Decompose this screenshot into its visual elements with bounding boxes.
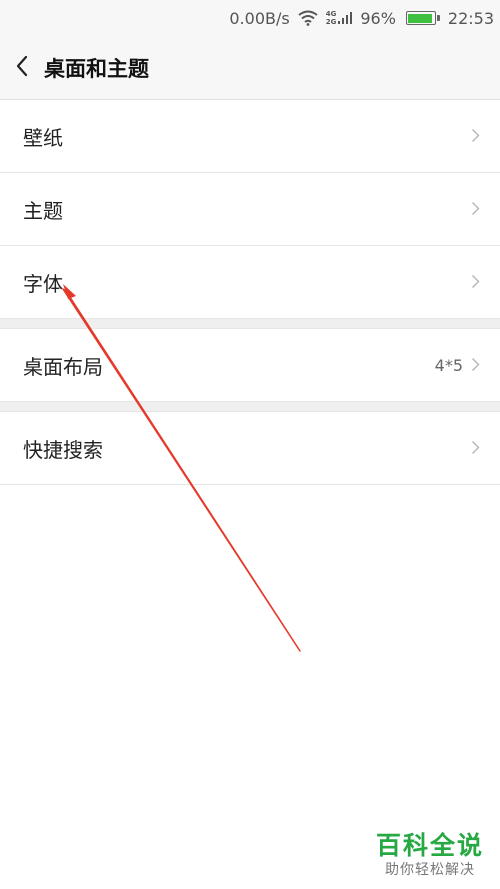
settings-group-layout: 桌面布局 4*5 xyxy=(0,329,500,402)
battery-percent: 96% xyxy=(360,8,396,28)
wifi-icon xyxy=(298,10,318,26)
page-title: 桌面和主题 xyxy=(44,56,149,81)
settings-item-label: 快捷搜索 xyxy=(23,437,103,462)
chevron-right-icon xyxy=(471,436,480,460)
chevron-right-icon xyxy=(471,270,480,294)
settings-item-label: 字体 xyxy=(23,271,63,296)
chevron-right-icon xyxy=(471,124,480,148)
battery-icon xyxy=(405,11,440,25)
settings-item-label: 壁纸 xyxy=(23,125,63,150)
settings-item-value: 4*5 xyxy=(434,355,463,375)
settings-group-appearance: 壁纸 主题 字体 xyxy=(0,100,500,319)
app-header: 桌面和主题 xyxy=(0,36,500,100)
settings-item-quick-search[interactable]: 快捷搜索 xyxy=(0,412,500,485)
settings-list: 壁纸 主题 字体 桌面布局 4*5 快捷搜索 xyxy=(0,100,500,485)
settings-item-font[interactable]: 字体 xyxy=(0,246,500,319)
settings-item-wallpaper[interactable]: 壁纸 xyxy=(0,100,500,173)
back-button[interactable] xyxy=(0,36,44,100)
watermark-title: 百科全说 xyxy=(375,831,484,860)
chevron-right-icon xyxy=(471,353,480,377)
settings-item-theme[interactable]: 主题 xyxy=(0,173,500,246)
signal-icon xyxy=(338,10,353,26)
network-4g-label: 4G xyxy=(325,10,337,18)
settings-group-search: 快捷搜索 xyxy=(0,412,500,485)
battery-fill xyxy=(408,13,433,23)
settings-item-desktop-layout[interactable]: 桌面布局 4*5 xyxy=(0,329,500,402)
watermark-subtitle: 助你轻松解决 xyxy=(384,862,475,878)
settings-item-label: 桌面布局 xyxy=(23,354,103,379)
status-bar: 0.00B/s 4G 2G 96% 22:53 xyxy=(0,0,500,36)
network-2g-label: 2G xyxy=(325,18,337,26)
clock-time: 22:53 xyxy=(447,8,494,28)
chevron-left-icon xyxy=(15,55,29,81)
watermark-logo: 百科全说 助你轻松解决 xyxy=(376,831,484,879)
network-type-labels: 4G 2G xyxy=(326,10,337,26)
net-speed: 0.00B/s xyxy=(229,8,290,28)
settings-item-label: 主题 xyxy=(23,198,63,223)
group-divider xyxy=(0,319,500,329)
group-divider xyxy=(0,402,500,412)
chevron-right-icon xyxy=(471,197,480,221)
